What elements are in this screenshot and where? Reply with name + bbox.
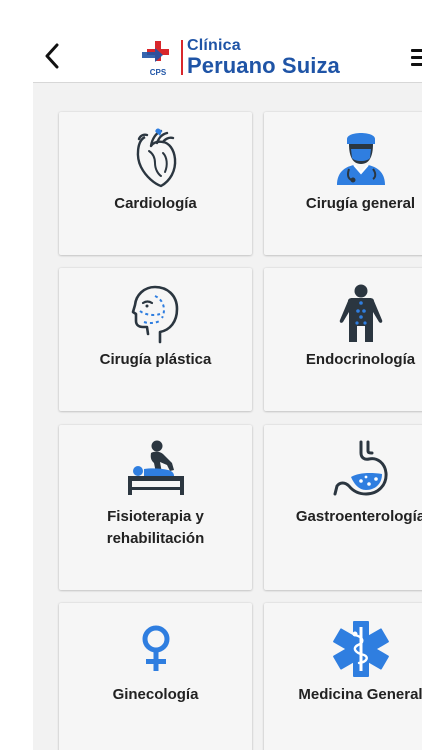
- card-label: Medicina General: [298, 686, 422, 703]
- card-label: Ginecología: [112, 686, 199, 703]
- card-label: Endocrinología: [305, 351, 416, 368]
- heart-icon: [136, 128, 176, 188]
- body-glands-icon: [339, 284, 382, 342]
- app-screen: CPS Clínica Peruano Suiza Cardiología Ci…: [33, 0, 422, 750]
- face-profile-icon: [131, 285, 178, 344]
- card-label: Cardiología: [114, 195, 197, 212]
- card-cirugia-general[interactable]: Cirugía general: [264, 112, 422, 255]
- card-fisioterapia[interactable]: Fisioterapia y rehabilitación: [59, 425, 252, 590]
- card-ginecologia[interactable]: Ginecología: [59, 603, 252, 750]
- female-symbol-icon: [142, 625, 169, 671]
- specialties-grid: Cardiología Cirugía general Cirugía plás…: [33, 0, 422, 750]
- surgeon-icon: [336, 133, 385, 185]
- card-endocrinologia[interactable]: Endocrinología: [264, 268, 422, 411]
- stomach-icon: [333, 440, 388, 496]
- card-label: Fisioterapia y: [107, 508, 204, 525]
- card-cardiologia[interactable]: Cardiología: [59, 112, 252, 255]
- card-gastroenterologia[interactable]: Gastroenterología: [264, 425, 422, 590]
- massage-table-icon: [127, 440, 184, 495]
- star-of-life-icon: [332, 621, 389, 677]
- card-label: Cirugía general: [305, 195, 416, 212]
- card-label: Cirugía plástica: [99, 351, 212, 368]
- card-label: Gastroenterología: [295, 508, 422, 525]
- card-medicina-general[interactable]: Medicina General: [264, 603, 422, 750]
- card-label-line2: rehabilitación: [106, 530, 205, 547]
- card-cirugia-plastica[interactable]: Cirugía plástica: [59, 268, 252, 411]
